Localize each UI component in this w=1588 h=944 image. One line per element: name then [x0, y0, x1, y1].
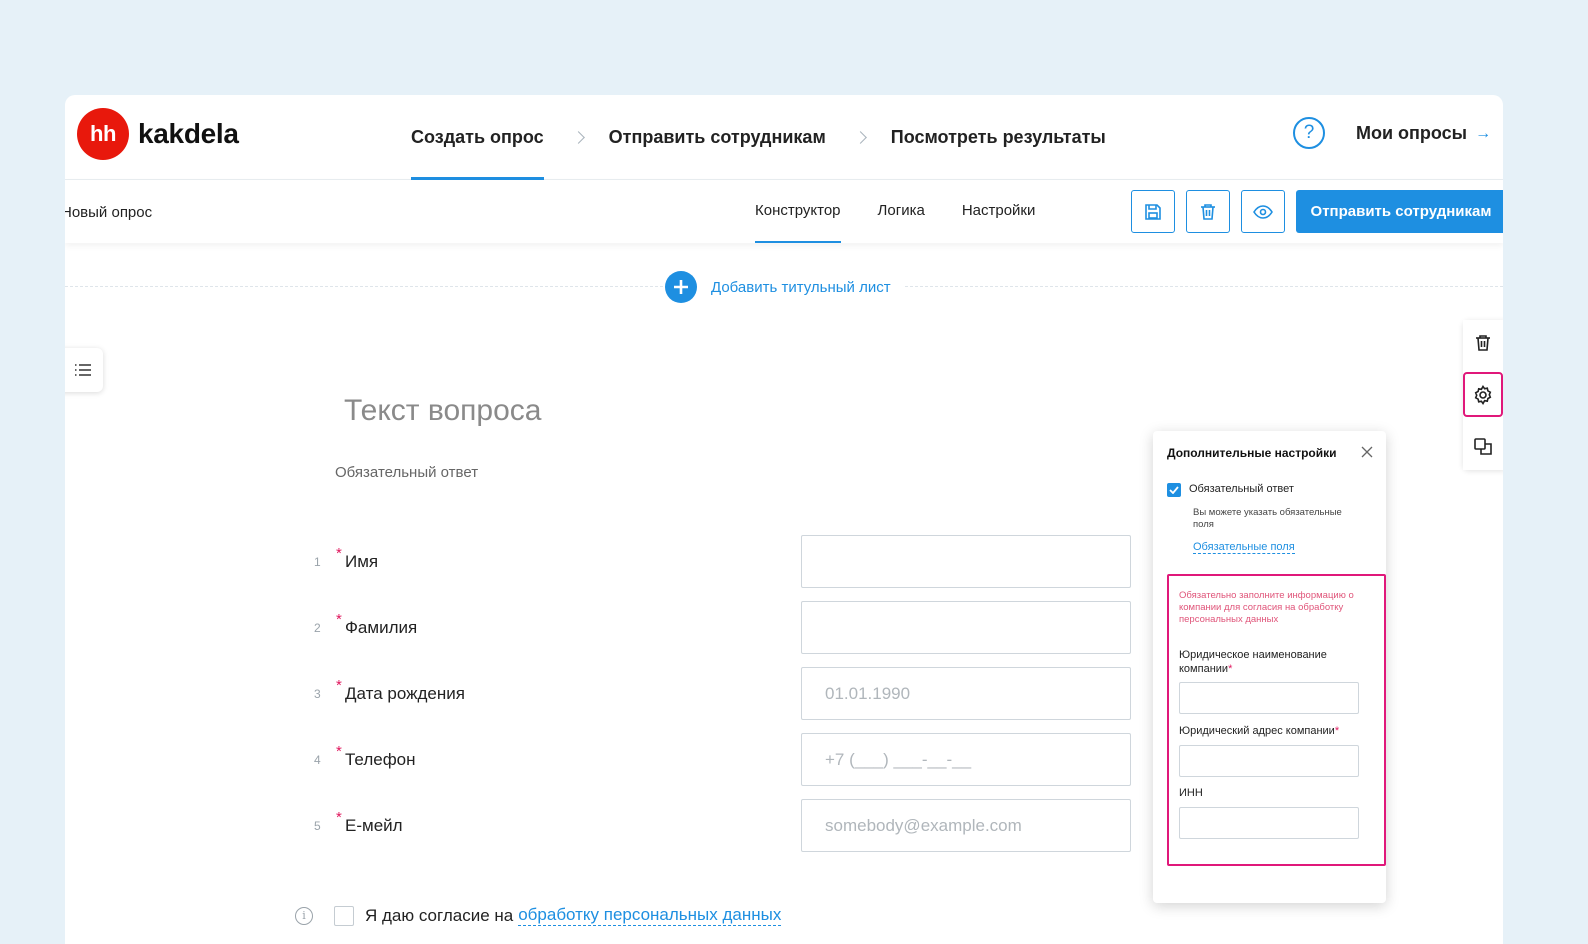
chevron-right-icon	[853, 131, 867, 144]
save-button[interactable]	[1131, 190, 1175, 233]
delete-survey-button[interactable]	[1186, 190, 1230, 233]
required-answer-checkbox[interactable]	[1167, 483, 1181, 497]
consent-row: i Я даю согласие на обработку персональн…	[295, 905, 782, 926]
step-create-survey[interactable]: Создать опрос	[411, 95, 544, 180]
add-title-page-label: Добавить титульный лист	[711, 278, 891, 296]
field-row: 2 * Фамилия	[305, 601, 1135, 654]
additional-settings-popover: Дополнительные настройки Обязательный от…	[1153, 431, 1386, 903]
company-info-section: Обязательно заполните информацию о компа…	[1167, 574, 1386, 866]
field-label: Телефон	[345, 750, 416, 769]
field-number: 3	[314, 687, 321, 701]
field-number: 5	[314, 819, 321, 833]
required-star: *	[336, 677, 342, 694]
last-name-input[interactable]	[801, 601, 1131, 654]
consent-checkbox[interactable]	[334, 905, 354, 926]
required-star: *	[1334, 725, 1340, 737]
field-number: 4	[314, 753, 321, 767]
company-name-input[interactable]	[1179, 682, 1359, 714]
send-to-employees-button[interactable]: Отправить сотрудникам	[1296, 190, 1503, 233]
logo-badge: hh	[77, 108, 129, 160]
field-number: 2	[314, 621, 321, 635]
consent-link[interactable]: обработку персональных данных	[518, 905, 782, 926]
my-surveys-link[interactable]: Мои опросы →	[1356, 123, 1491, 144]
email-input[interactable]: somebody@example.com	[801, 799, 1131, 852]
field-label: Е-мейл	[345, 816, 403, 835]
survey-name[interactable]: Новый опрос	[65, 204, 152, 221]
info-icon[interactable]: i	[295, 906, 313, 925]
gear-highlight-outline	[1463, 372, 1503, 417]
tab-constructor[interactable]: Конструктор	[755, 180, 841, 243]
logo-text: kakdela	[138, 118, 239, 149]
help-icon[interactable]: ?	[1293, 117, 1325, 149]
duplicate-question-button[interactable]	[1463, 424, 1503, 470]
plus-icon	[665, 271, 697, 303]
add-title-page-button[interactable]: Добавить титульный лист	[665, 271, 903, 303]
company-address-label: Юридический адрес компании*	[1179, 724, 1379, 738]
phone-input[interactable]: +7 (___) ___-__-__	[801, 733, 1131, 786]
field-row: 4 * Телефон +7 (___) ___-__-__	[305, 733, 1135, 786]
tab-logic[interactable]: Логика	[878, 180, 925, 243]
my-surveys-label: Мои опросы	[1356, 123, 1468, 143]
step-send-employees[interactable]: Отправить сотрудникам	[609, 95, 826, 180]
check-icon	[1169, 486, 1179, 494]
trash-icon	[1476, 335, 1490, 351]
logo[interactable]: hh kakdela	[77, 108, 239, 160]
question-list-toggle[interactable]	[65, 348, 103, 392]
app-window: hh kakdela Создать опрос Отправить сотру…	[65, 95, 1503, 944]
birth-date-input[interactable]: 01.01.1990	[801, 667, 1131, 720]
company-warning: Обязательно заполните информацию о компа…	[1179, 590, 1354, 625]
trash-icon	[1201, 203, 1215, 220]
company-name-label: Юридическое наименование компании*	[1179, 648, 1369, 676]
first-name-input[interactable]	[801, 535, 1131, 588]
chevron-right-icon	[571, 131, 585, 144]
company-address-input[interactable]	[1179, 745, 1359, 777]
tab-settings[interactable]: Настройки	[962, 180, 1036, 243]
delete-question-button[interactable]	[1463, 320, 1503, 366]
field-row: 5 * Е-мейл somebody@example.com	[305, 799, 1135, 852]
eye-icon	[1253, 204, 1273, 219]
field-label: Дата рождения	[345, 684, 465, 703]
field-label: Фамилия	[345, 618, 418, 637]
field-row: 3 * Дата рождения 01.01.1990	[305, 667, 1135, 720]
wizard-steps: Создать опрос Отправить сотрудникам Посм…	[411, 95, 1106, 180]
field-row: 1 * Имя	[305, 535, 1135, 588]
top-header: hh kakdela Создать опрос Отправить сотру…	[65, 95, 1503, 180]
consent-text: Я даю согласие на	[365, 905, 514, 925]
field-label: Имя	[345, 552, 379, 571]
company-address-text: Юридический адрес компании	[1179, 725, 1335, 737]
inn-input[interactable]	[1179, 807, 1359, 839]
required-star: *	[336, 743, 342, 760]
save-icon	[1145, 203, 1161, 220]
question-required-text: Обязательный ответ	[335, 464, 479, 481]
required-star: *	[336, 611, 342, 628]
popover-title: Дополнительные настройки	[1167, 446, 1337, 460]
required-fields-link[interactable]: Обязательные поля	[1193, 541, 1295, 554]
step-view-results[interactable]: Посмотреть результаты	[891, 95, 1106, 180]
copy-icon	[1474, 438, 1492, 455]
survey-toolbar: Новый опрос Конструктор Логика Настройки…	[65, 180, 1503, 243]
arrow-right-icon: →	[1475, 124, 1492, 142]
close-icon[interactable]	[1361, 445, 1373, 463]
company-name-text: Юридическое наименование компании	[1179, 649, 1327, 675]
question-title[interactable]: Текст вопроса	[344, 394, 541, 428]
editor-tabs: Конструктор Логика Настройки	[755, 180, 1072, 243]
required-star: *	[336, 545, 342, 562]
required-star: *	[336, 809, 342, 826]
required-answer-label: Обязательный ответ	[1189, 483, 1294, 495]
preview-button[interactable]	[1241, 190, 1285, 233]
required-fields-hint: Вы можете указать обязательные поля	[1193, 507, 1342, 530]
required-star: *	[1228, 663, 1233, 675]
list-icon	[75, 364, 91, 376]
field-number: 1	[314, 555, 321, 569]
inn-label: ИНН	[1179, 787, 1203, 799]
